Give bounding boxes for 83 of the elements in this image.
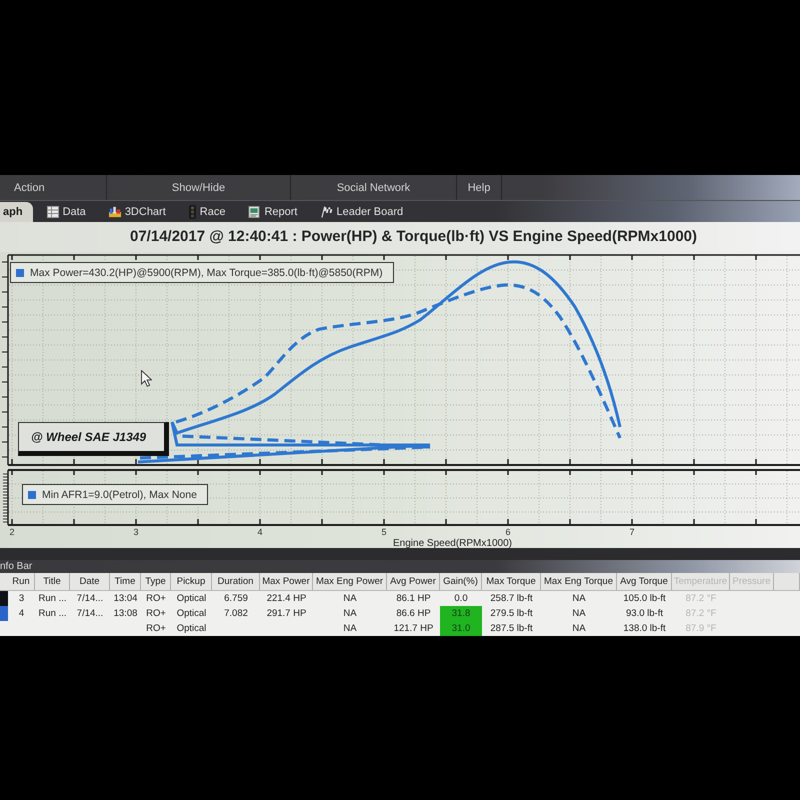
x-tick-label: 6 [506,527,510,537]
table-cell-text: 121.7 HP [392,622,434,636]
table-cell-text: 7.082 [223,607,249,621]
table-cell-text: 291.7 HP [266,607,308,621]
table-cell-text: 86.1 HP [395,592,432,606]
table-cell-text: RO+ [145,592,167,606]
legend-swatch-icon [16,268,24,276]
table-cell-text: 6.759 [223,592,249,606]
column-header: Avg Torque [617,573,672,590]
column-header: Max Eng Power [313,573,387,590]
tab[interactable]: 3DChart [100,202,175,222]
column-header: Max Eng Torque [541,573,617,590]
tab[interactable]: Race [180,202,234,222]
document-icon [248,206,260,218]
table-cell-text: Optical [176,607,208,621]
legend-text: Min AFR1=9.0(Petrol), Max None [42,488,197,500]
x-tick-label: 3 [134,527,138,537]
menu-item[interactable]: Help [468,182,490,194]
table-cell-text: 4 [18,607,26,621]
table-cell-text: 7/14... [76,607,104,621]
tab[interactable]: Leader Board [312,202,412,222]
legend-swatch-icon [28,490,36,498]
tab[interactable]: Report [239,202,306,222]
table-cell-text: 7/14... [76,592,104,606]
x-tick-label: 5 [382,527,386,537]
pointer-cursor-icon [141,370,152,387]
table-cell-text: 3 [18,592,26,606]
column-header: Pickup [171,573,212,590]
table-cell-text: Optical [176,592,208,606]
table-cell-text: 258.7 lb-ft [489,592,534,606]
tab[interactable]: aph [0,202,33,222]
table-cell: 31.0 [440,621,482,636]
column-header: Gain(%) [440,573,482,590]
grid-icon [46,206,59,218]
menu-item[interactable]: Action [14,182,45,194]
y-axis [2,470,9,525]
table-cell-text: 87.9 °F [684,622,718,636]
table-cell-text: 221.4 HP [266,592,308,606]
table-cell-text: Optical [176,622,208,636]
x-tick-label: 2 [10,527,14,537]
table-cell-text: NA [342,592,358,606]
table-cell-text: 105.0 lb-ft [622,592,667,606]
table-cell-text: 138.0 lb-ft [622,622,667,636]
column-header: Avg Power [387,573,440,590]
table-cell-text: 93.0 lb-ft [625,607,664,621]
table-cell-text: NA [571,622,587,636]
table-cell-text: 87.2 °F [684,607,718,621]
table-cell-text: 87.2 °F [684,592,718,606]
menu-item[interactable]: Show/Hide [172,182,226,194]
table-cell-text: NA [571,592,587,606]
table-cell-text: 287.5 lb-ft [489,622,534,636]
table-cell-text: NA [342,622,358,636]
table-cell-text: RO+ [145,622,167,636]
table-cell-text: Run ... [38,592,68,606]
table-cell-text: 0.0 [453,592,469,606]
menu-item[interactable]: Social Network [336,182,410,194]
table-cell-text: NA [342,607,358,621]
column-header: Title [35,573,70,590]
column-header: Type [141,573,171,590]
chart-icon [108,206,121,218]
table-cell-text: 13:04 [112,592,138,606]
table-cell-text: Run ... [38,607,68,621]
legend-text: Max Power=430.2(HP)@5900(RPM), Max Torque=385.0(lb·ft)@5850(RPM) [30,266,383,278]
tab[interactable]: Data [38,202,95,222]
panel-title: nfo Bar [0,561,32,572]
table-cell-text: 86.6 HP [395,607,432,621]
column-header: Run [8,573,35,590]
x-axis-title: Engine Speed(RPMx1000) [393,538,512,548]
checkered-flag-icon [320,206,332,218]
column-header: Max Torque [482,573,541,590]
traffic-light-icon [188,205,196,219]
table-cell: 31.8 [440,606,482,621]
table-cell-text: NA [571,607,587,621]
column-header: Max Power [260,573,313,590]
column-header: Duration [212,573,260,590]
x-tick-label: 4 [258,527,262,537]
correction-standard-label: @ Wheel SAE J1349 [18,422,170,456]
x-tick-label: 7 [630,527,634,537]
column-header: Date [70,573,110,590]
table-cell-text: 13:08 [112,607,138,621]
table-cell-text: 279.5 lb-ft [489,607,534,621]
table-cell-text: RO+ [145,607,167,621]
column-header: Time [110,573,141,590]
